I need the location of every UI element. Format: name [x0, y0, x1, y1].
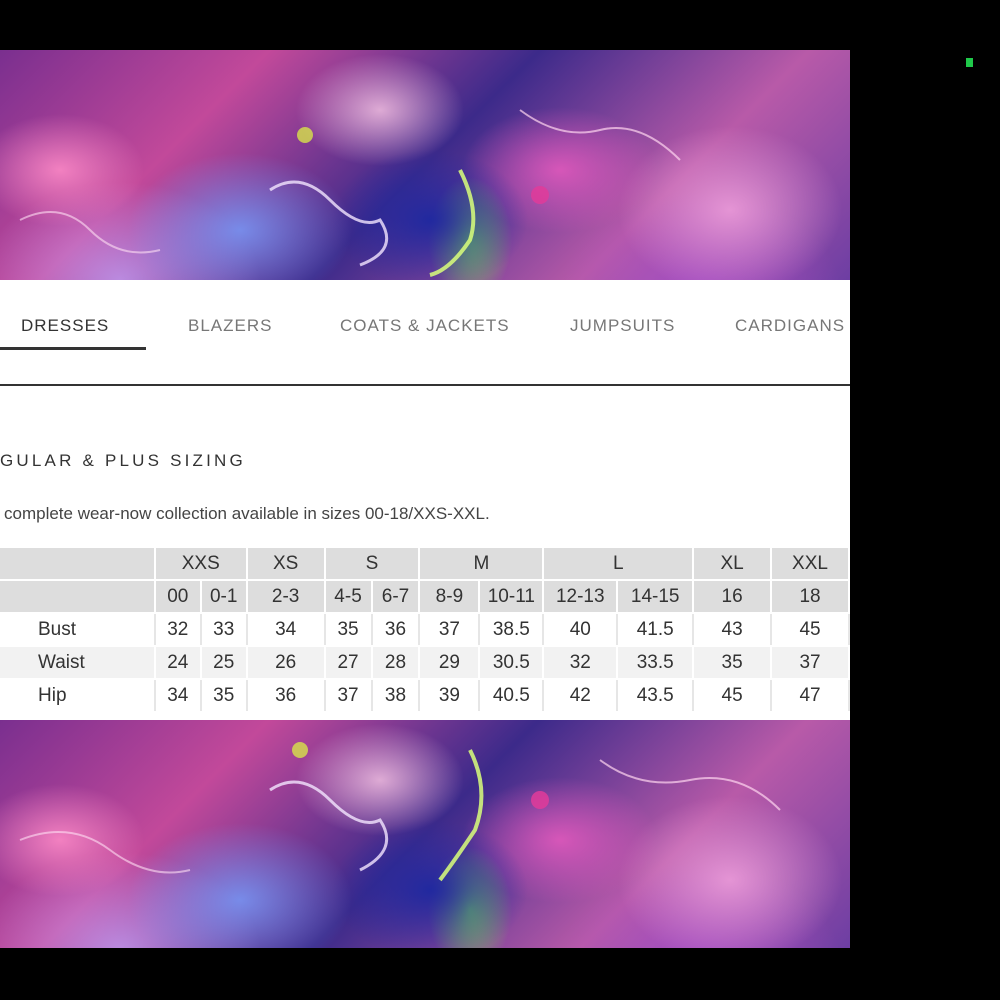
measurement-cell: 36	[246, 679, 326, 713]
measurement-cell: 42	[543, 679, 619, 713]
measurement-cell: 27	[324, 646, 373, 680]
measurement-cell: 36	[371, 613, 421, 647]
measurement-cell: 37	[324, 679, 373, 713]
measurement-cell: 39	[419, 679, 481, 713]
measurement-row-waist: Waist 24 25 26 27 28 29 30.5 32 33.5 35 …	[0, 646, 850, 680]
size-number-cell: 4-5	[324, 580, 373, 614]
size-number-cell: 14-15	[617, 580, 695, 614]
active-tab-indicator	[0, 347, 146, 350]
size-number-cell: 18	[771, 580, 850, 614]
size-table: XXS XS S M L XL XXL 00 0-1 2-3 4-5 6-7 8…	[0, 548, 850, 713]
measurement-cell: 33.5	[617, 646, 695, 680]
measurement-cell: 38	[371, 679, 421, 713]
size-chart-panel: DRESSES BLAZERS COATS & JACKETS JUMPSUIT…	[0, 280, 850, 720]
size-group-cell: L	[543, 548, 695, 581]
measurement-cell: 38.5	[479, 613, 545, 647]
measurement-cell: 35	[200, 679, 248, 713]
measurement-cell: 34	[154, 679, 202, 713]
measurement-cell: 40	[543, 613, 619, 647]
measurement-cell: 32	[154, 613, 202, 647]
header-blank-cell	[0, 548, 156, 581]
size-number-cell: 6-7	[371, 580, 421, 614]
status-indicator-icon	[966, 58, 973, 67]
measurement-cell: 45	[693, 679, 773, 713]
measurement-label: Bust	[0, 613, 156, 647]
measurement-cell: 28	[371, 646, 421, 680]
size-group-cell: XXL	[771, 548, 850, 581]
measurement-cell: 43.5	[617, 679, 695, 713]
size-group-row: XXS XS S M L XL XXL	[0, 548, 850, 581]
measurement-label: Waist	[0, 646, 156, 680]
measurement-cell: 33	[200, 613, 248, 647]
measurement-cell: 34	[246, 613, 326, 647]
measurement-cell: 43	[693, 613, 773, 647]
measurement-cell: 25	[200, 646, 248, 680]
measurement-row-hip: Hip 34 35 36 37 38 39 40.5 42 43.5 45 47	[0, 679, 850, 713]
measurement-cell: 40.5	[479, 679, 545, 713]
tab-dresses[interactable]: DRESSES	[21, 316, 109, 336]
measurement-cell: 24	[154, 646, 202, 680]
marble-veins	[19, 742, 781, 882]
measurement-label: Hip	[0, 679, 156, 713]
size-number-cell: 10-11	[479, 580, 545, 614]
size-number-cell: 16	[693, 580, 773, 614]
section-description: complete wear-now collection available i…	[4, 504, 490, 523]
size-group-cell: XL	[693, 548, 773, 581]
screen: DRESSES BLAZERS COATS & JACKETS JUMPSUIT…	[0, 0, 1000, 1000]
measurement-cell: 29	[419, 646, 481, 680]
size-number-cell: 8-9	[419, 580, 481, 614]
watercolor-banner-top	[0, 50, 850, 280]
tab-coats-jackets[interactable]: COATS & JACKETS	[340, 316, 510, 336]
header-blank-cell	[0, 580, 156, 614]
measurement-cell: 32	[543, 646, 619, 680]
measurement-row-bust: Bust 32 33 34 35 36 37 38.5 40 41.5 43 4…	[0, 613, 850, 647]
measurement-cell: 37	[419, 613, 481, 647]
tab-jumpsuits[interactable]: JUMPSUITS	[570, 316, 675, 336]
size-number-cell: 12-13	[543, 580, 619, 614]
measurement-cell: 30.5	[479, 646, 545, 680]
size-group-cell: M	[419, 548, 545, 581]
category-tabs: DRESSES BLAZERS COATS & JACKETS JUMPSUIT…	[0, 280, 850, 386]
measurement-cell: 26	[246, 646, 326, 680]
measurement-cell: 35	[693, 646, 773, 680]
watercolor-banner-bottom	[0, 720, 850, 948]
size-number-row: 00 0-1 2-3 4-5 6-7 8-9 10-11 12-13 14-15…	[0, 580, 850, 614]
tab-cardigans[interactable]: CARDIGANS	[735, 316, 845, 336]
measurement-cell: 47	[771, 679, 850, 713]
size-number-cell: 00	[154, 580, 202, 614]
section-title: GULAR & PLUS SIZING	[0, 451, 246, 470]
size-group-cell: XXS	[154, 548, 248, 581]
size-group-cell: XS	[246, 548, 326, 581]
size-number-cell: 0-1	[200, 580, 248, 614]
size-number-cell: 2-3	[246, 580, 326, 614]
measurement-cell: 35	[324, 613, 373, 647]
marble-veins	[19, 109, 681, 277]
measurement-cell: 41.5	[617, 613, 695, 647]
tab-blazers[interactable]: BLAZERS	[188, 316, 272, 336]
measurement-cell: 45	[771, 613, 850, 647]
measurement-cell: 37	[771, 646, 850, 680]
size-group-cell: S	[324, 548, 421, 581]
